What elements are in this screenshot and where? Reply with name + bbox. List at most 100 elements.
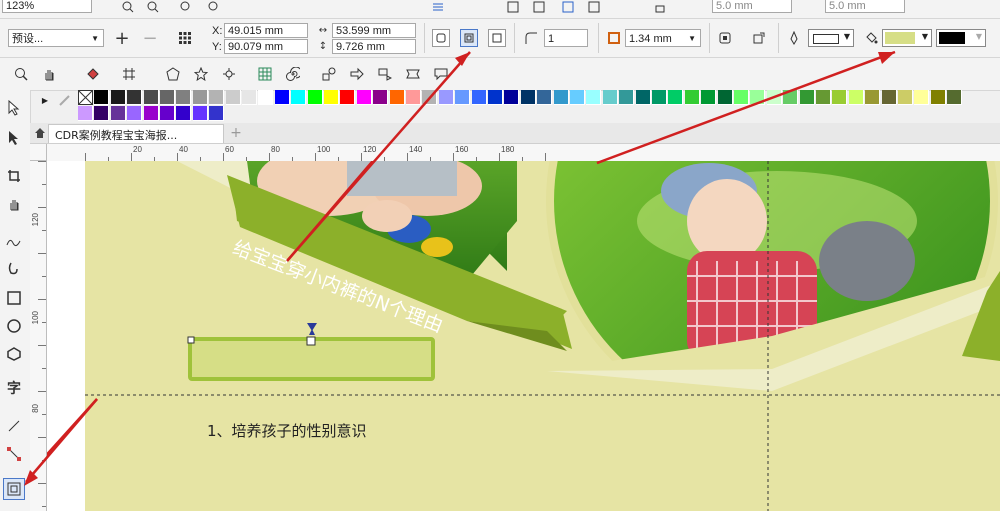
palette-swatch[interactable] <box>668 90 684 105</box>
basic-shapes-icon[interactable] <box>320 65 338 83</box>
palette-swatch[interactable] <box>94 106 110 121</box>
palette-swatch[interactable] <box>471 90 487 105</box>
scalloped-corner-icon[interactable] <box>460 29 478 47</box>
palette-swatch[interactable] <box>258 90 274 105</box>
palette-swatch[interactable] <box>652 90 667 105</box>
palette-swatch[interactable] <box>619 90 635 105</box>
palette-swatch[interactable] <box>635 90 651 105</box>
polygon-icon[interactable] <box>164 65 182 83</box>
zoom-tool-icon[interactable] <box>12 65 30 83</box>
shape-tool-icon[interactable] <box>4 128 24 148</box>
to-front-icon[interactable] <box>750 29 768 47</box>
graph-paper-icon[interactable] <box>256 65 274 83</box>
palette-swatch[interactable] <box>307 90 323 105</box>
palette-swatch[interactable] <box>537 90 553 105</box>
palette-swatch[interactable] <box>898 90 913 105</box>
palette-swatch[interactable] <box>127 106 143 121</box>
flowchart-shapes-icon[interactable] <box>376 65 394 83</box>
palette-swatch[interactable] <box>422 90 438 105</box>
list-icon[interactable] <box>430 0 446 14</box>
zoom-fit-icon[interactable] <box>178 0 194 14</box>
palette-swatch[interactable] <box>930 90 946 105</box>
lock-icon[interactable] <box>652 0 668 14</box>
palette-swatch[interactable] <box>586 90 602 105</box>
home-icon[interactable] <box>32 125 48 141</box>
palette-swatch[interactable] <box>406 90 421 105</box>
outline-width-field-1[interactable]: 5.0 mm <box>712 0 792 13</box>
palette-swatch[interactable] <box>816 90 831 105</box>
document-tab[interactable]: CDR案例教程宝宝海报... <box>48 124 224 143</box>
palette-swatch[interactable] <box>438 90 454 105</box>
zoom-page-icon[interactable] <box>206 0 222 14</box>
combine-icon[interactable] <box>560 0 576 14</box>
palette-swatch[interactable] <box>881 90 897 105</box>
complex-star-icon[interactable] <box>220 65 238 83</box>
contour-tool-icon[interactable] <box>3 478 25 500</box>
palette-swatch[interactable] <box>570 90 585 105</box>
horizontal-ruler[interactable]: 20 40 60 80 100 120 140 160 180 <box>47 144 1000 162</box>
palette-swatch[interactable] <box>488 90 503 105</box>
zoom-in-icon[interactable] <box>120 0 136 14</box>
callout-shapes-icon[interactable] <box>432 65 450 83</box>
palette-swatch[interactable] <box>947 90 963 105</box>
palette-swatch[interactable] <box>684 90 700 105</box>
pick-tool-icon[interactable] <box>4 98 24 118</box>
height-field[interactable]: 9.726 mm <box>332 39 416 54</box>
vertical-ruler[interactable]: 120 100 80 <box>30 161 47 511</box>
outline-width-field[interactable]: 1.34 mm ▼ <box>625 29 701 47</box>
palette-swatch[interactable] <box>176 90 192 105</box>
ruler-origin[interactable] <box>30 144 47 161</box>
palette-swatch[interactable] <box>324 90 339 105</box>
palette-swatch[interactable] <box>192 106 208 121</box>
selection-handle[interactable] <box>187 336 195 344</box>
palette-swatch[interactable] <box>914 90 930 105</box>
width-field[interactable]: 53.599 mm <box>332 23 416 38</box>
dimension-tool-icon[interactable] <box>4 416 24 436</box>
palette-swatch[interactable] <box>832 90 848 105</box>
new-tab-button[interactable]: + <box>228 125 244 141</box>
palette-swatch[interactable] <box>750 90 766 105</box>
palette-scroll-icon[interactable]: ▶ <box>38 93 52 107</box>
chamfered-corner-icon[interactable] <box>488 29 506 47</box>
eyedropper-icon[interactable] <box>58 93 72 107</box>
interactive-fill-icon[interactable] <box>84 65 102 83</box>
palette-swatch[interactable] <box>848 90 864 105</box>
preset-dropdown[interactable]: 预设... ▼ <box>8 29 104 47</box>
palette-swatch[interactable] <box>373 90 389 105</box>
polygon-tool-icon[interactable] <box>4 344 24 364</box>
palette-swatch[interactable] <box>160 90 175 105</box>
palette-swatch[interactable] <box>389 90 405 105</box>
palette-swatch[interactable] <box>242 90 257 105</box>
outline-color-dropdown[interactable]: ▼ <box>936 29 986 47</box>
palette-swatch[interactable] <box>274 90 290 105</box>
connector-tool-icon[interactable] <box>4 444 24 464</box>
ellipse-tool-icon[interactable] <box>4 316 24 336</box>
pan-hand-icon[interactable] <box>40 65 58 83</box>
palette-swatch[interactable] <box>225 90 241 105</box>
fill-color-dropdown[interactable]: ▼ <box>882 29 932 47</box>
palette-swatch[interactable] <box>504 90 520 105</box>
list-item-text[interactable]: 1、培养孩子的性别意识 <box>207 420 367 441</box>
palette-swatch[interactable] <box>209 106 225 121</box>
spiral-icon[interactable] <box>284 65 302 83</box>
palette-swatch[interactable] <box>865 90 881 105</box>
freehand-tool-icon[interactable] <box>4 232 24 252</box>
round-corner-icon[interactable] <box>432 29 450 47</box>
palette-swatch[interactable] <box>766 90 782 105</box>
palette-swatch[interactable] <box>192 90 208 105</box>
palette-swatch[interactable] <box>209 90 225 105</box>
palette-swatch[interactable] <box>94 90 110 105</box>
group-icon[interactable] <box>505 0 521 14</box>
crop-tool-icon[interactable] <box>4 166 24 186</box>
palette-swatch[interactable] <box>127 90 143 105</box>
break-apart-icon[interactable] <box>586 0 602 14</box>
reference-point-icon[interactable] <box>177 30 193 46</box>
palette-swatch[interactable] <box>340 90 356 105</box>
remove-preset-icon[interactable]: − <box>141 28 159 49</box>
palette-swatch[interactable] <box>110 106 126 121</box>
y-position-field[interactable]: 90.079 mm <box>224 39 308 54</box>
zoom-out-icon[interactable] <box>145 0 161 14</box>
palette-swatch[interactable] <box>520 90 536 105</box>
arrow-shapes-icon[interactable] <box>348 65 366 83</box>
hand-tool-icon[interactable] <box>4 194 24 214</box>
